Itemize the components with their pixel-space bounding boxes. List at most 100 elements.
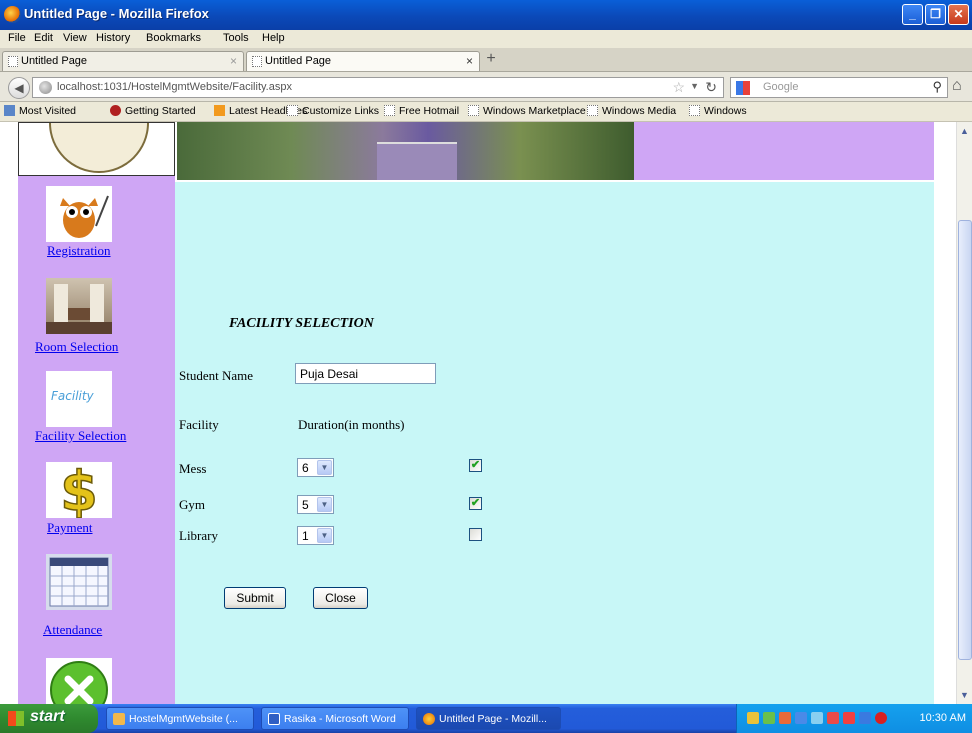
tray-icon[interactable] bbox=[827, 712, 839, 724]
facility-checkbox-library[interactable] bbox=[469, 528, 482, 541]
bookmark-label: Most Visited bbox=[19, 105, 76, 117]
bookmark-customize-links[interactable]: Customize Links bbox=[287, 105, 379, 117]
vertical-scrollbar[interactable]: ▲ ▼ bbox=[956, 122, 972, 704]
facility-checkbox-mess[interactable]: ✔ bbox=[469, 459, 482, 472]
tray-icon[interactable] bbox=[875, 712, 887, 724]
menu-tools[interactable]: Tools bbox=[223, 32, 249, 44]
menu-view[interactable]: View bbox=[63, 32, 87, 44]
search-icon[interactable]: ⚲ bbox=[932, 79, 942, 95]
tab-1[interactable]: Untitled Page × bbox=[2, 51, 244, 71]
tray-icon[interactable] bbox=[811, 712, 823, 724]
minimize-button[interactable]: _ bbox=[902, 4, 923, 25]
owl-icon[interactable] bbox=[46, 186, 112, 242]
bookmark-most-visited[interactable]: Most Visited bbox=[4, 105, 76, 117]
duration-select-gym[interactable]: 5 ▼ bbox=[297, 495, 334, 514]
select-value: 5 bbox=[302, 498, 309, 512]
form-heading: FACILITY SELECTION bbox=[229, 316, 374, 331]
college-logo bbox=[18, 122, 175, 176]
page-icon bbox=[287, 105, 298, 116]
taskbar-item-hostel[interactable]: HostelMgmtWebsite (... bbox=[106, 707, 254, 730]
menu-bookmarks[interactable]: Bookmarks bbox=[146, 32, 201, 44]
header-cell-right bbox=[741, 122, 934, 180]
taskbar-item-firefox[interactable]: Untitled Page - Mozill... bbox=[416, 707, 561, 730]
scrollbar-thumb[interactable] bbox=[958, 220, 972, 660]
tab-2[interactable]: Untitled Page × bbox=[246, 51, 480, 71]
url-text: localhost:1031/HostelMgmtWebsite/Facilit… bbox=[57, 81, 292, 93]
tab-close-icon[interactable]: × bbox=[230, 54, 237, 68]
page-icon bbox=[689, 105, 700, 116]
scroll-up-icon[interactable]: ▲ bbox=[960, 126, 969, 136]
close-window-button[interactable]: ✕ bbox=[948, 4, 969, 25]
bookmark-free-hotmail[interactable]: Free Hotmail bbox=[384, 105, 459, 117]
facility-checkbox-gym[interactable]: ✔ bbox=[469, 497, 482, 510]
window-title-bar[interactable]: Untitled Page - Mozilla Firefox _ ❐ ✕ bbox=[0, 0, 972, 30]
home-icon[interactable]: ⌂ bbox=[952, 77, 962, 95]
duration-select-mess[interactable]: 6 ▼ bbox=[297, 458, 334, 477]
start-button[interactable]: start bbox=[0, 704, 98, 733]
svg-text:$: $ bbox=[60, 462, 98, 518]
building-image bbox=[377, 142, 457, 180]
reload-icon[interactable]: ↻ bbox=[705, 79, 717, 96]
nav-link-payment[interactable]: Payment bbox=[47, 520, 93, 536]
firefox-icon bbox=[423, 713, 435, 725]
menu-help[interactable]: Help bbox=[262, 32, 285, 44]
tray-icon[interactable] bbox=[747, 712, 759, 724]
bookmark-windows[interactable]: Windows bbox=[689, 105, 747, 117]
student-name-label: Student Name bbox=[179, 368, 254, 383]
page-icon bbox=[8, 56, 18, 67]
search-box[interactable]: Google ⚲ bbox=[730, 77, 948, 98]
bookmark-windows-media[interactable]: Windows Media bbox=[587, 105, 676, 117]
room-icon[interactable] bbox=[46, 278, 112, 334]
new-tab-button[interactable]: + bbox=[482, 50, 500, 68]
bookmark-label: Customize Links bbox=[302, 105, 380, 117]
maximize-button[interactable]: ❐ bbox=[925, 4, 946, 25]
tray-icon[interactable] bbox=[763, 712, 775, 724]
menu-history[interactable]: History bbox=[96, 32, 130, 44]
bluetooth-icon[interactable] bbox=[859, 712, 871, 724]
tray-icon[interactable] bbox=[779, 712, 791, 724]
calendar-icon[interactable] bbox=[46, 554, 112, 610]
tab-label: Untitled Page bbox=[265, 55, 332, 67]
search-placeholder: Google bbox=[763, 81, 799, 93]
exit-icon[interactable] bbox=[46, 658, 112, 704]
tab-label: Untitled Page bbox=[21, 55, 88, 67]
tray-icon[interactable] bbox=[795, 712, 807, 724]
chevron-down-icon[interactable]: ▼ bbox=[317, 497, 332, 512]
duration-select-library[interactable]: 1 ▼ bbox=[297, 526, 334, 545]
facility-name-gym: Gym bbox=[179, 497, 205, 512]
taskbar-item-word[interactable]: Rasika - Microsoft Word bbox=[261, 707, 409, 730]
nav-link-registration[interactable]: Registration bbox=[47, 243, 111, 259]
scroll-down-icon[interactable]: ▼ bbox=[960, 690, 969, 700]
nav-link-facility-selection[interactable]: Facility Selection bbox=[35, 428, 126, 444]
bookmark-getting-started[interactable]: Getting Started bbox=[110, 105, 196, 117]
dropdown-arrow-icon[interactable]: ▼ bbox=[690, 81, 699, 91]
duration-column-header: Duration(in months) bbox=[298, 417, 405, 432]
submit-button[interactable]: Submit bbox=[224, 587, 286, 609]
google-icon bbox=[736, 81, 750, 95]
student-name-input[interactable] bbox=[295, 363, 436, 384]
system-tray: 10:30 AM bbox=[736, 704, 972, 733]
menu-edit[interactable]: Edit bbox=[34, 32, 53, 44]
bookmark-label: Windows Marketplace bbox=[483, 105, 586, 117]
nav-link-room-selection[interactable]: Room Selection bbox=[35, 339, 118, 355]
back-button[interactable]: ◀ bbox=[8, 77, 30, 99]
bookmark-star-icon[interactable]: ☆ bbox=[672, 79, 685, 96]
chevron-down-icon[interactable]: ▼ bbox=[317, 528, 332, 543]
dollar-icon[interactable]: $ bbox=[46, 459, 112, 524]
visual-studio-icon bbox=[113, 713, 125, 725]
campus-banner-image bbox=[177, 122, 634, 180]
menu-file[interactable]: File bbox=[8, 32, 26, 44]
chevron-down-icon[interactable]: ▼ bbox=[317, 460, 332, 475]
url-bar[interactable]: localhost:1031/HostelMgmtWebsite/Facilit… bbox=[32, 77, 724, 98]
bookmark-label: Getting Started bbox=[125, 105, 196, 117]
bookmark-windows-marketplace[interactable]: Windows Marketplace bbox=[468, 105, 586, 117]
header-cell bbox=[634, 122, 741, 180]
facility-icon-text: Facility bbox=[51, 389, 94, 403]
tray-icon[interactable] bbox=[843, 712, 855, 724]
facility-icon[interactable]: Facility bbox=[46, 371, 112, 427]
nav-link-attendance[interactable]: Attendance bbox=[43, 622, 102, 638]
tab-close-icon[interactable]: × bbox=[466, 54, 473, 68]
bookmarks-bar: Most Visited Getting Started Latest Head… bbox=[0, 102, 972, 122]
page-icon bbox=[468, 105, 479, 116]
close-button[interactable]: Close bbox=[313, 587, 368, 609]
